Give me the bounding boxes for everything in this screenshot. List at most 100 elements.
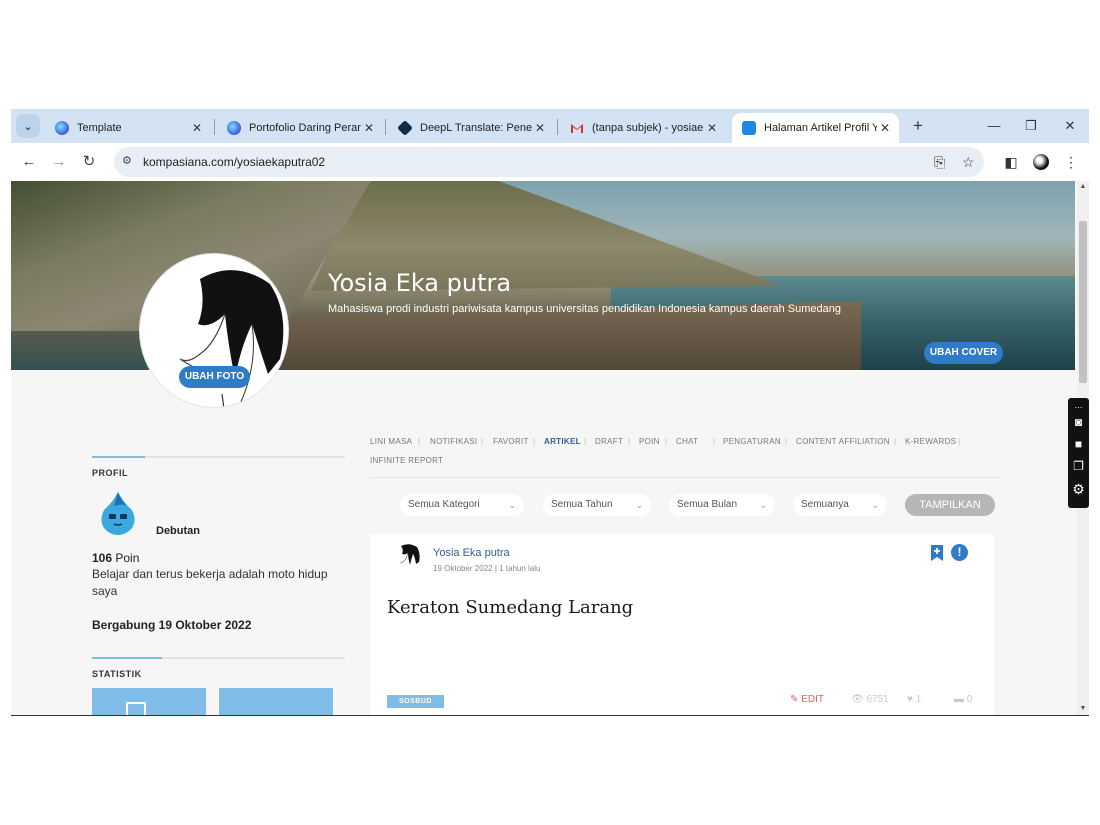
- category-select[interactable]: Semua Kategori ⌄: [400, 494, 524, 516]
- tab-kompasiana[interactable]: Halaman Artikel Profil Yo ✕: [732, 113, 899, 143]
- nav-separator: |: [481, 437, 484, 446]
- stat-card[interactable]: [219, 688, 333, 715]
- change-cover-button[interactable]: UBAH COVER: [924, 342, 1003, 364]
- gear-icon[interactable]: ⚙: [1071, 482, 1086, 496]
- pencil-icon: ✎: [790, 694, 799, 705]
- nav-k-rewards[interactable]: K-REWARDS: [905, 437, 956, 446]
- category-tag[interactable]: SOSBUD: [387, 695, 444, 708]
- site-settings-icon[interactable]: ⚙: [122, 154, 132, 167]
- browser-toolbar: ← → ↻ ⚙ kompasiana.com/yosiaekaputra02 ⎘…: [11, 143, 1089, 181]
- joined-date: Bergabung 19 Oktober 2022: [92, 618, 252, 632]
- tab-close-icon[interactable]: ✕: [532, 121, 548, 135]
- scroll-down-icon[interactable]: ▼: [1077, 705, 1089, 712]
- back-button[interactable]: ←: [18, 151, 40, 173]
- type-select[interactable]: Semuanya ⌄: [793, 494, 887, 516]
- tab-deepl[interactable]: DeepL Translate: Penerje ✕: [388, 113, 554, 143]
- nav-draft[interactable]: DRAFT: [595, 437, 623, 446]
- nav-favorit[interactable]: FAVORIT: [493, 437, 529, 446]
- month-select[interactable]: Semua Bulan ⌄: [669, 494, 775, 516]
- article-date: 19 Oktober 2022 | 1 tahun lalu: [433, 564, 541, 573]
- scroll-up-icon[interactable]: ▲: [1077, 183, 1089, 190]
- forward-button[interactable]: →: [48, 151, 70, 173]
- tab-template[interactable]: Template ✕: [45, 113, 211, 143]
- side-panel-icon[interactable]: ◧: [1000, 151, 1022, 173]
- tab-label: DeepL Translate: Penerje: [420, 122, 532, 134]
- likes-count[interactable]: ♥ 1: [907, 694, 921, 705]
- tab-label: Template: [77, 122, 122, 134]
- profil-divider: [92, 456, 345, 458]
- comments-count[interactable]: ▬ 0: [954, 694, 972, 705]
- author-name[interactable]: Yosia Eka putra: [433, 547, 510, 559]
- bookmark-star-icon[interactable]: ☆: [962, 154, 975, 171]
- views-value: 6751: [866, 694, 889, 705]
- year-select[interactable]: Semua Tahun ⌄: [543, 494, 651, 516]
- author-avatar[interactable]: [395, 542, 421, 574]
- chevron-down-icon: ⌄: [871, 500, 879, 510]
- menu-kebab-icon[interactable]: ⋮: [1060, 151, 1082, 173]
- video-icon[interactable]: ■: [1071, 438, 1086, 451]
- tampilkan-button[interactable]: TAMPILKAN: [905, 494, 995, 516]
- tab-portofolio[interactable]: Portofolio Daring Peranc ✕: [217, 113, 383, 143]
- tab-separator: [214, 119, 215, 135]
- close-window-button[interactable]: ✕: [1055, 115, 1085, 137]
- nav-separator: |: [533, 437, 536, 446]
- scrollbar-thumb[interactable]: [1079, 221, 1087, 383]
- nav-separator: |: [958, 437, 961, 446]
- restore-button[interactable]: ❐: [1016, 115, 1046, 137]
- address-bar[interactable]: ⚙ kompasiana.com/yosiaekaputra02 ⎘ ☆: [114, 147, 984, 177]
- article-card[interactable]: Yosia Eka putra 19 Oktober 2022 | 1 tahu…: [370, 534, 994, 715]
- tab-close-icon[interactable]: ✕: [877, 121, 893, 135]
- change-photo-button[interactable]: UBAH FOTO: [179, 366, 250, 388]
- reload-button[interactable]: ↻: [78, 151, 100, 173]
- tab-label: Portofolio Daring Peranc: [249, 122, 361, 134]
- nav-lini-masa[interactable]: LINI MASA: [370, 437, 412, 446]
- canva-icon: [55, 121, 69, 135]
- arrow-right-icon: →: [51, 153, 67, 170]
- nav-infinite-report[interactable]: INFINITE REPORT: [370, 456, 443, 465]
- install-app-icon[interactable]: ⎘: [934, 154, 945, 171]
- recorder-widget: ⋯ ◙ ■ ❐ ⚙: [1068, 398, 1089, 508]
- edit-button[interactable]: ✎ EDIT: [790, 694, 824, 705]
- tab-close-icon[interactable]: ✕: [189, 121, 205, 135]
- tab-close-icon[interactable]: ✕: [704, 121, 720, 135]
- year-value: Semua Tahun: [551, 499, 613, 510]
- category-value: Semua Kategori: [408, 499, 480, 510]
- comments-value: 0: [966, 694, 973, 705]
- nav-separator: |: [584, 437, 587, 446]
- nav-notifikasi[interactable]: NOTIFIKASI: [430, 437, 477, 446]
- badge-name: Debutan: [156, 525, 200, 537]
- nav-separator: |: [785, 437, 788, 446]
- deepl-icon: [397, 120, 413, 136]
- report-icon[interactable]: !: [951, 544, 968, 561]
- widget-grip-icon[interactable]: ⋯: [1071, 401, 1086, 414]
- bookmark-add-icon[interactable]: [931, 545, 943, 561]
- views-count: 👁 6751: [851, 694, 889, 705]
- profile-avatar-icon[interactable]: [1030, 151, 1052, 173]
- statistik-title: STATISTIK: [92, 669, 142, 679]
- stat-card-articles[interactable]: [92, 688, 206, 715]
- tab-label: (tanpa subjek) - yosiaeka: [592, 122, 704, 134]
- nav-content-affiliation[interactable]: CONTENT AFFILIATION: [796, 437, 890, 446]
- edit-label: EDIT: [801, 694, 824, 705]
- article-title[interactable]: Keraton Sumedang Larang: [387, 597, 633, 618]
- reload-icon: ↻: [82, 153, 96, 170]
- tab-gmail[interactable]: (tanpa subjek) - yosiaeka ✕: [560, 113, 726, 143]
- nav-artikel[interactable]: ARTIKEL: [544, 437, 581, 446]
- nav-pengaturan[interactable]: PENGATURAN: [723, 437, 781, 446]
- canva-icon: [227, 121, 241, 135]
- window-icon[interactable]: ❐: [1071, 460, 1086, 473]
- tab-search-button[interactable]: ⌄: [16, 114, 40, 138]
- points-value: 106: [92, 551, 113, 565]
- chevron-down-icon: ⌄: [23, 120, 33, 133]
- minimize-button[interactable]: —: [979, 115, 1009, 137]
- new-tab-button[interactable]: +: [907, 115, 929, 137]
- month-value: Semua Bulan: [677, 499, 738, 510]
- nav-separator: |: [713, 437, 716, 446]
- tab-close-icon[interactable]: ✕: [361, 121, 377, 135]
- nav-separator: |: [894, 437, 897, 446]
- camera-icon[interactable]: ◙: [1071, 416, 1086, 429]
- nav-separator: |: [418, 437, 421, 446]
- page-viewport: Yosia Eka putra Mahasiswa prodi industri…: [11, 181, 1089, 715]
- nav-poin[interactable]: POIN: [639, 437, 660, 446]
- nav-chat[interactable]: CHAT: [676, 437, 698, 446]
